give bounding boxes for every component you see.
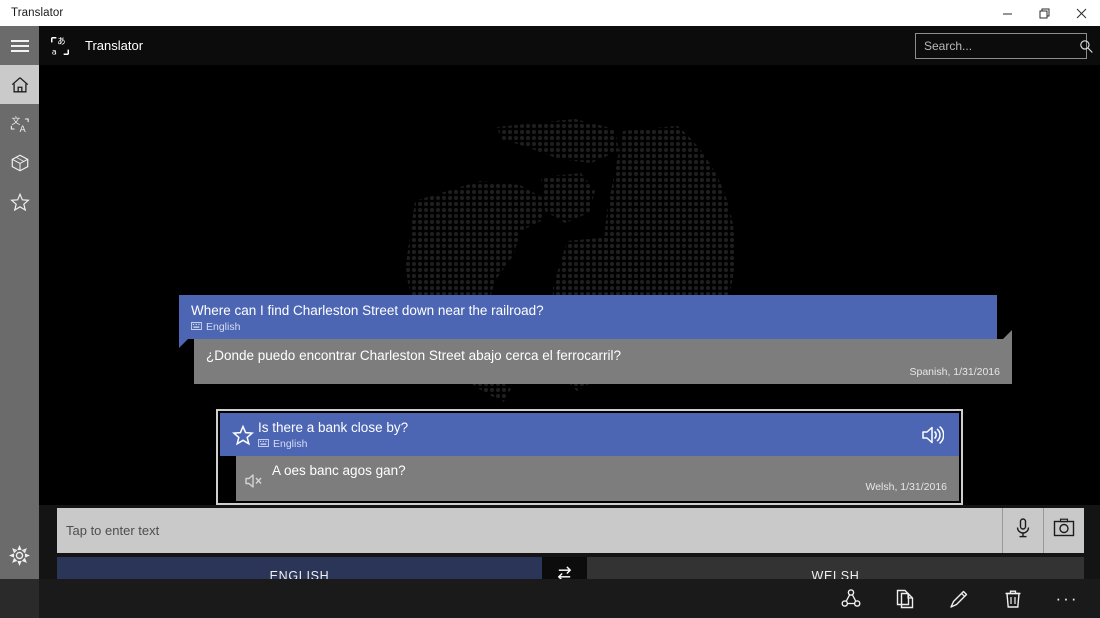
translate-icon: 文 A <box>10 114 30 134</box>
search-input[interactable] <box>916 39 1079 53</box>
keyboard-icon <box>258 438 269 450</box>
app-header: あ a Translator <box>39 26 1100 65</box>
minimize-button[interactable] <box>989 0 1026 26</box>
restore-button[interactable] <box>1026 0 1063 26</box>
cube-icon <box>10 153 30 173</box>
hamburger-menu-icon[interactable] <box>0 26 39 65</box>
source-language-line: English <box>191 321 985 333</box>
pencil-icon <box>948 588 970 610</box>
close-button[interactable] <box>1063 0 1100 26</box>
camera-icon <box>1053 518 1075 543</box>
source-language-label: English <box>206 321 240 333</box>
more-button[interactable]: ··· <box>1040 579 1094 618</box>
source-text: Is there a bank close by? <box>258 419 915 436</box>
translated-bubble[interactable]: ¿Donde puedo encontrar Charleston Street… <box>194 339 1012 384</box>
keyboard-icon <box>191 321 202 333</box>
edit-button[interactable] <box>932 579 986 618</box>
translated-bubble-body: A oes banc agos gan? Welsh, 1/31/2016 <box>272 462 947 493</box>
speaker-muted-icon[interactable] <box>244 462 272 490</box>
sidebar-item-settings[interactable] <box>0 536 39 575</box>
svg-text:A: A <box>19 125 26 134</box>
ellipsis-icon: ··· <box>1056 594 1079 604</box>
app-body: 文 A <box>0 26 1100 618</box>
sidebar-item-home[interactable] <box>0 65 39 104</box>
source-bubble-tail <box>179 339 188 348</box>
star-outline-icon[interactable] <box>228 424 258 446</box>
translator-window: Translator <box>0 0 1100 618</box>
source-bubble[interactable]: Where can I find Charleston Street down … <box>179 295 997 339</box>
svg-text:a: a <box>52 46 57 56</box>
translation-meta: Welsh, 1/31/2016 <box>272 481 947 493</box>
source-text: Where can I find Charleston Street down … <box>191 302 985 319</box>
source-language-label: English <box>273 438 307 450</box>
window-title: Translator <box>11 7 63 19</box>
microphone-button[interactable] <box>1002 508 1043 553</box>
message-list: Where can I find Charleston Street down … <box>39 295 1100 505</box>
copy-icon <box>895 588 916 610</box>
source-bubble[interactable]: Is there a bank close by? <box>220 413 959 456</box>
trash-icon <box>1003 588 1023 610</box>
message-group-selected[interactable]: Is there a bank close by? <box>216 409 963 505</box>
share-icon <box>840 588 862 610</box>
app-title: Translator <box>85 38 143 53</box>
translated-text: A oes banc agos gan? <box>272 462 947 479</box>
microphone-icon <box>1013 517 1033 544</box>
conversation-area: Where can I find Charleston Street down … <box>39 65 1100 505</box>
sidebar-bottom-filler <box>0 579 39 618</box>
message-group[interactable]: Where can I find Charleston Street down … <box>39 295 1100 384</box>
star-icon <box>10 192 30 212</box>
camera-button[interactable] <box>1043 508 1084 553</box>
navigation-sidebar: 文 A <box>0 26 39 579</box>
copy-button[interactable] <box>878 579 932 618</box>
window-controls <box>989 0 1100 26</box>
source-language-line: English <box>258 438 915 450</box>
text-input[interactable] <box>57 508 1002 553</box>
share-button[interactable] <box>824 579 878 618</box>
home-icon <box>10 75 30 95</box>
search-icon[interactable] <box>1079 34 1094 58</box>
speaker-on-icon[interactable] <box>915 424 949 446</box>
translation-meta: Spanish, 1/31/2016 <box>206 366 1000 378</box>
translate-logo-icon: あ a <box>47 33 73 59</box>
translated-bubble[interactable]: A oes banc agos gan? Welsh, 1/31/2016 <box>236 456 959 501</box>
text-input-row <box>57 508 1084 553</box>
sidebar-item-package[interactable] <box>0 143 39 182</box>
gear-icon <box>9 545 30 566</box>
search-box[interactable] <box>915 33 1087 59</box>
window-titlebar: Translator <box>0 0 1100 26</box>
translated-text: ¿Donde puedo encontrar Charleston Street… <box>206 347 1000 364</box>
bottom-app-bar: ··· <box>39 579 1100 618</box>
source-bubble-body: Is there a bank close by? <box>258 419 915 450</box>
svg-text:あ: あ <box>57 36 65 46</box>
translated-bubble-tail <box>1003 330 1012 339</box>
sidebar-item-favorites[interactable] <box>0 182 39 221</box>
delete-button[interactable] <box>986 579 1040 618</box>
sidebar-item-translate[interactable]: 文 A <box>0 104 39 143</box>
